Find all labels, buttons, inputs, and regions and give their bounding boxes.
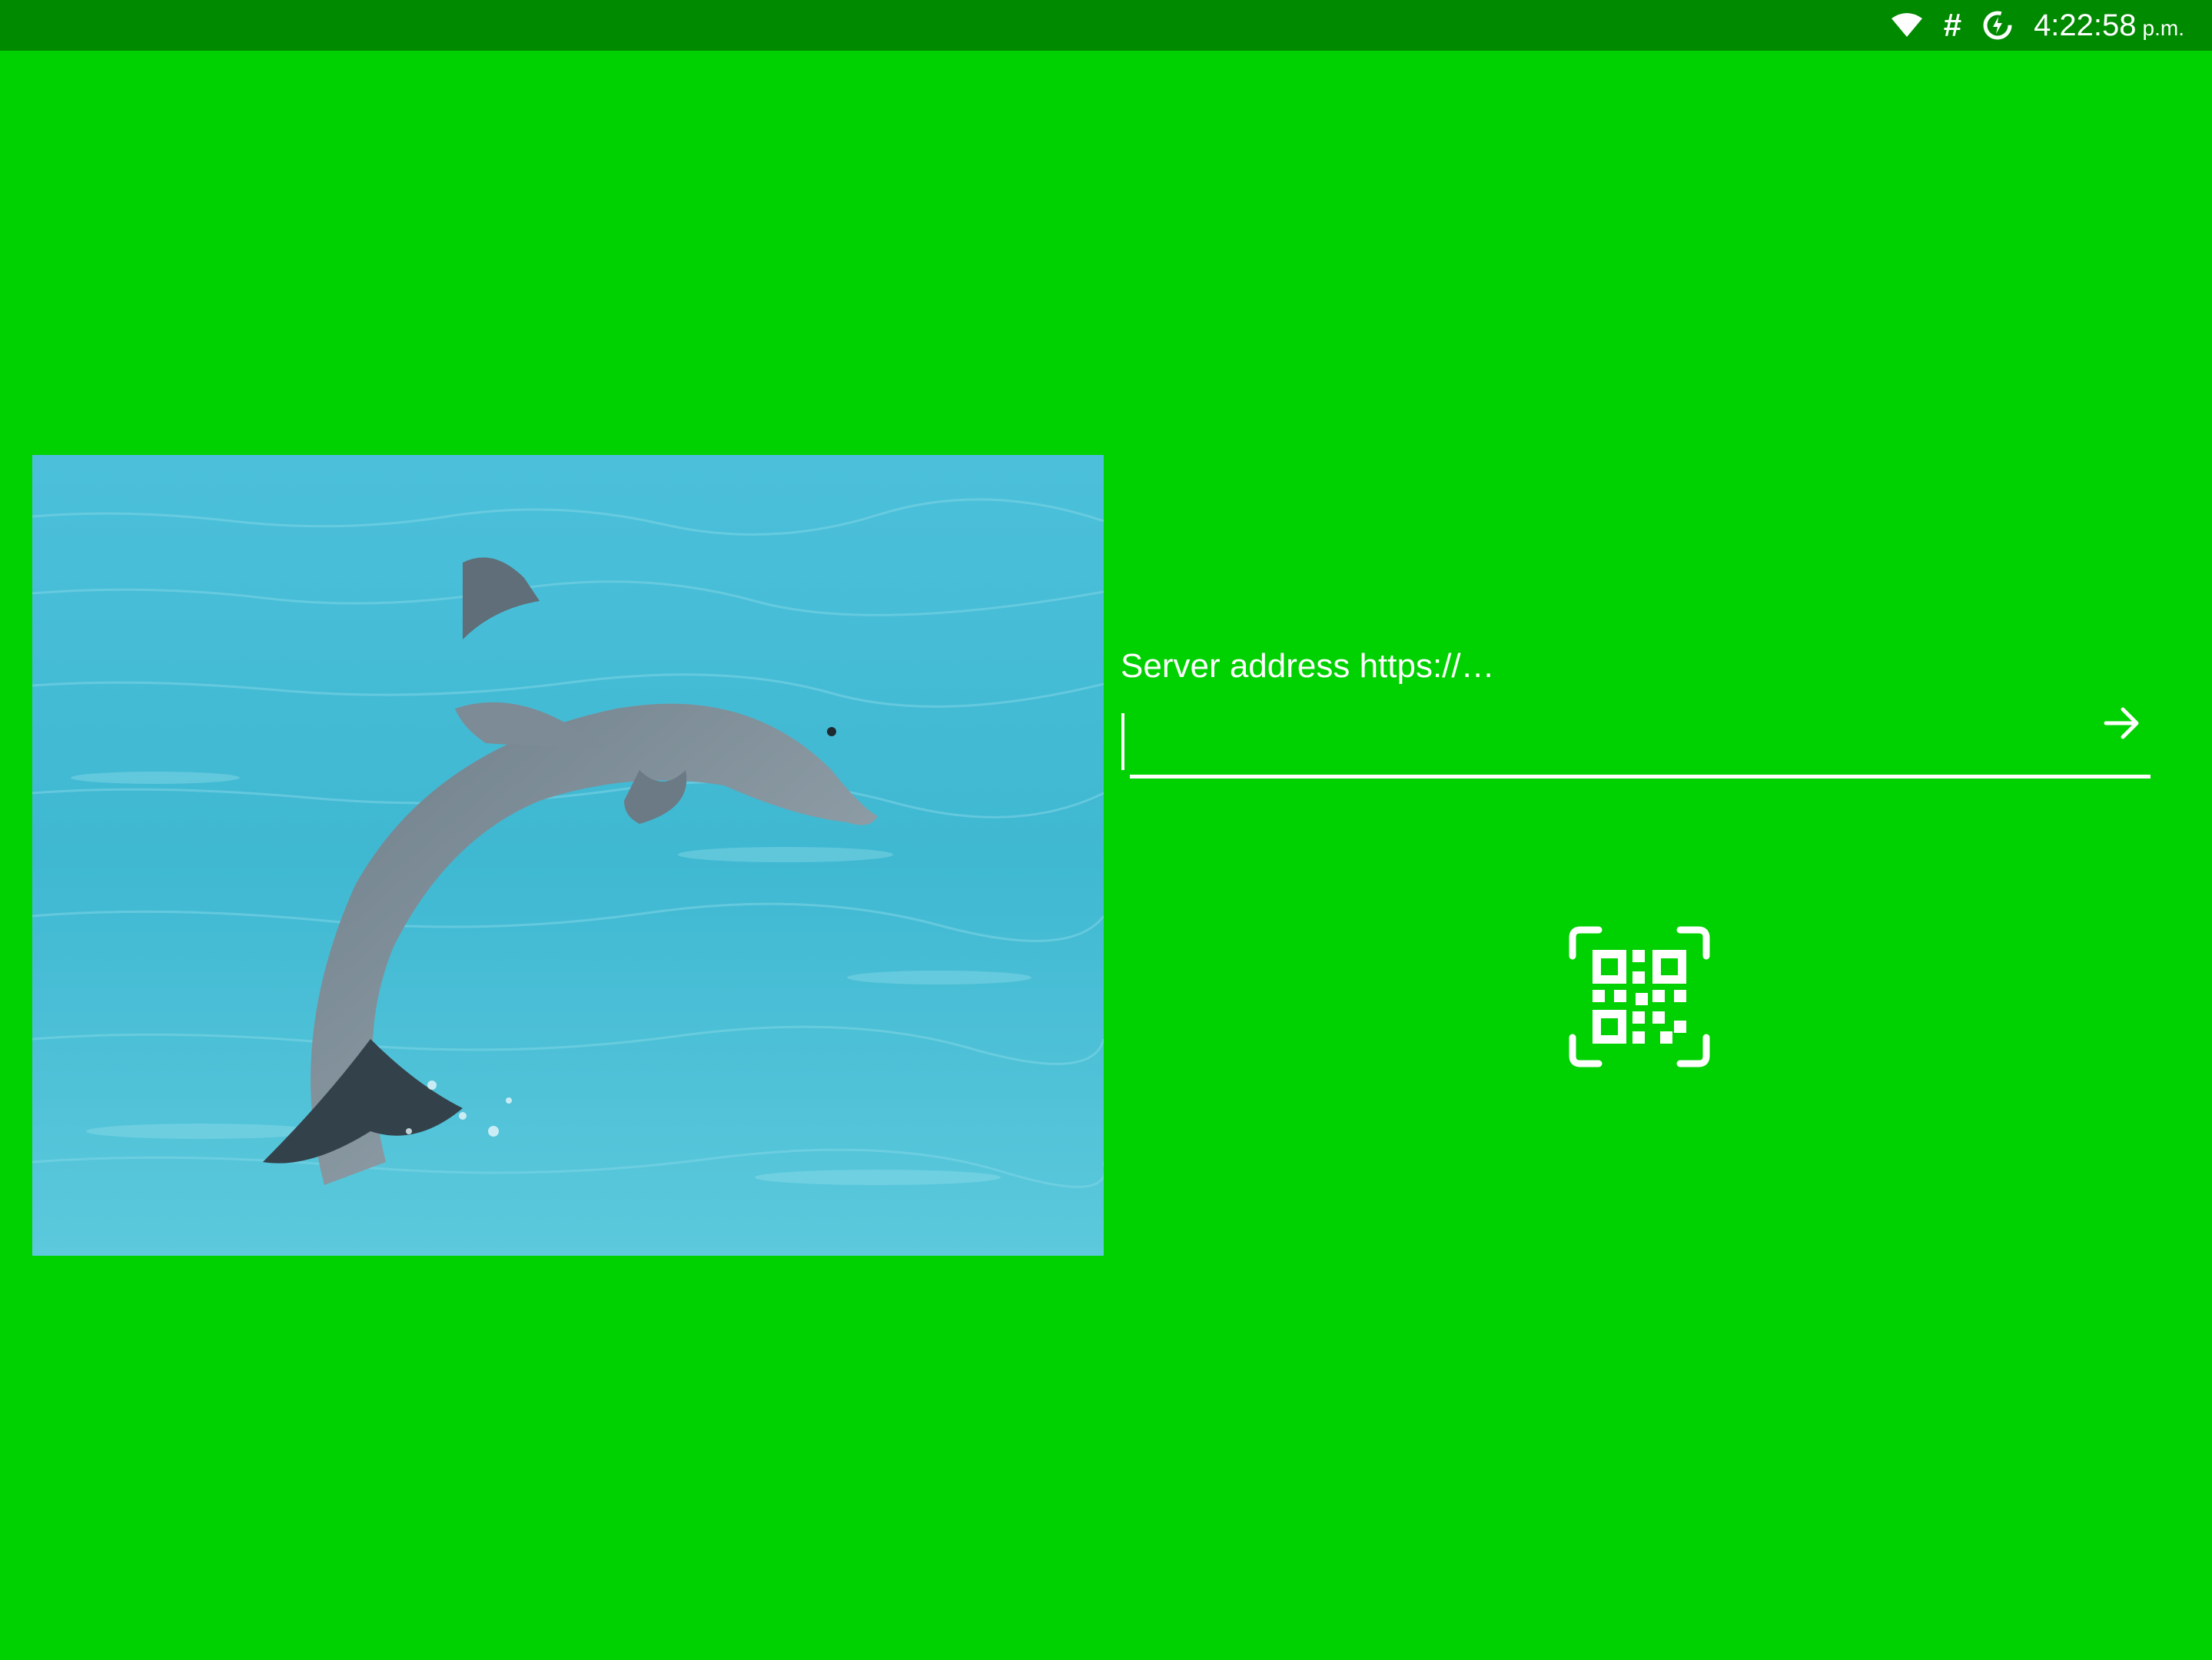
connect-button[interactable] — [2095, 696, 2149, 750]
clock-ampm: p.m. — [2142, 15, 2184, 40]
status-clock: 4:22:58 p.m. — [2034, 8, 2184, 43]
arrow-right-icon — [2104, 707, 2139, 739]
input-underline — [1130, 775, 2151, 779]
dolphin-photo — [32, 455, 1104, 1256]
server-address-label: Server address https://… — [1121, 647, 1495, 685]
clock-time: 4:22:58 — [2034, 8, 2137, 42]
scan-qr-button[interactable] — [1568, 925, 1711, 1068]
data-saver-icon — [1981, 9, 2014, 42]
qr-scan-icon — [1569, 926, 1710, 1067]
hash-icon: # — [1943, 7, 1962, 43]
status-icons: # 4:22:58 p.m. — [1890, 0, 2184, 51]
server-address-input[interactable] — [1122, 707, 2083, 773]
wifi-icon — [1890, 12, 1924, 38]
status-bar: # 4:22:58 p.m. — [0, 0, 2212, 51]
text-cursor — [1121, 713, 1124, 770]
